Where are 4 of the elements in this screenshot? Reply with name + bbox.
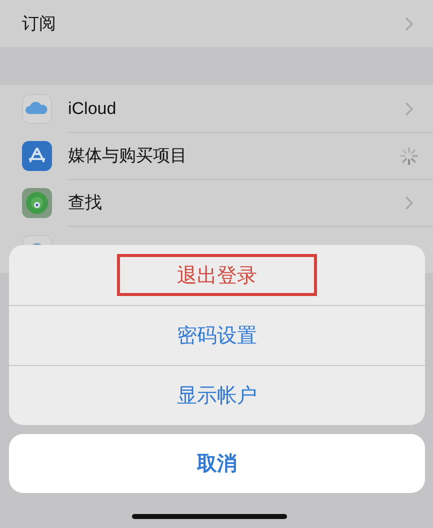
row-label: 查找 xyxy=(68,192,103,214)
row-label: 订阅 xyxy=(22,13,57,35)
row-label: iCloud xyxy=(68,98,118,118)
row-label: 媒体与购买项目 xyxy=(68,145,188,167)
